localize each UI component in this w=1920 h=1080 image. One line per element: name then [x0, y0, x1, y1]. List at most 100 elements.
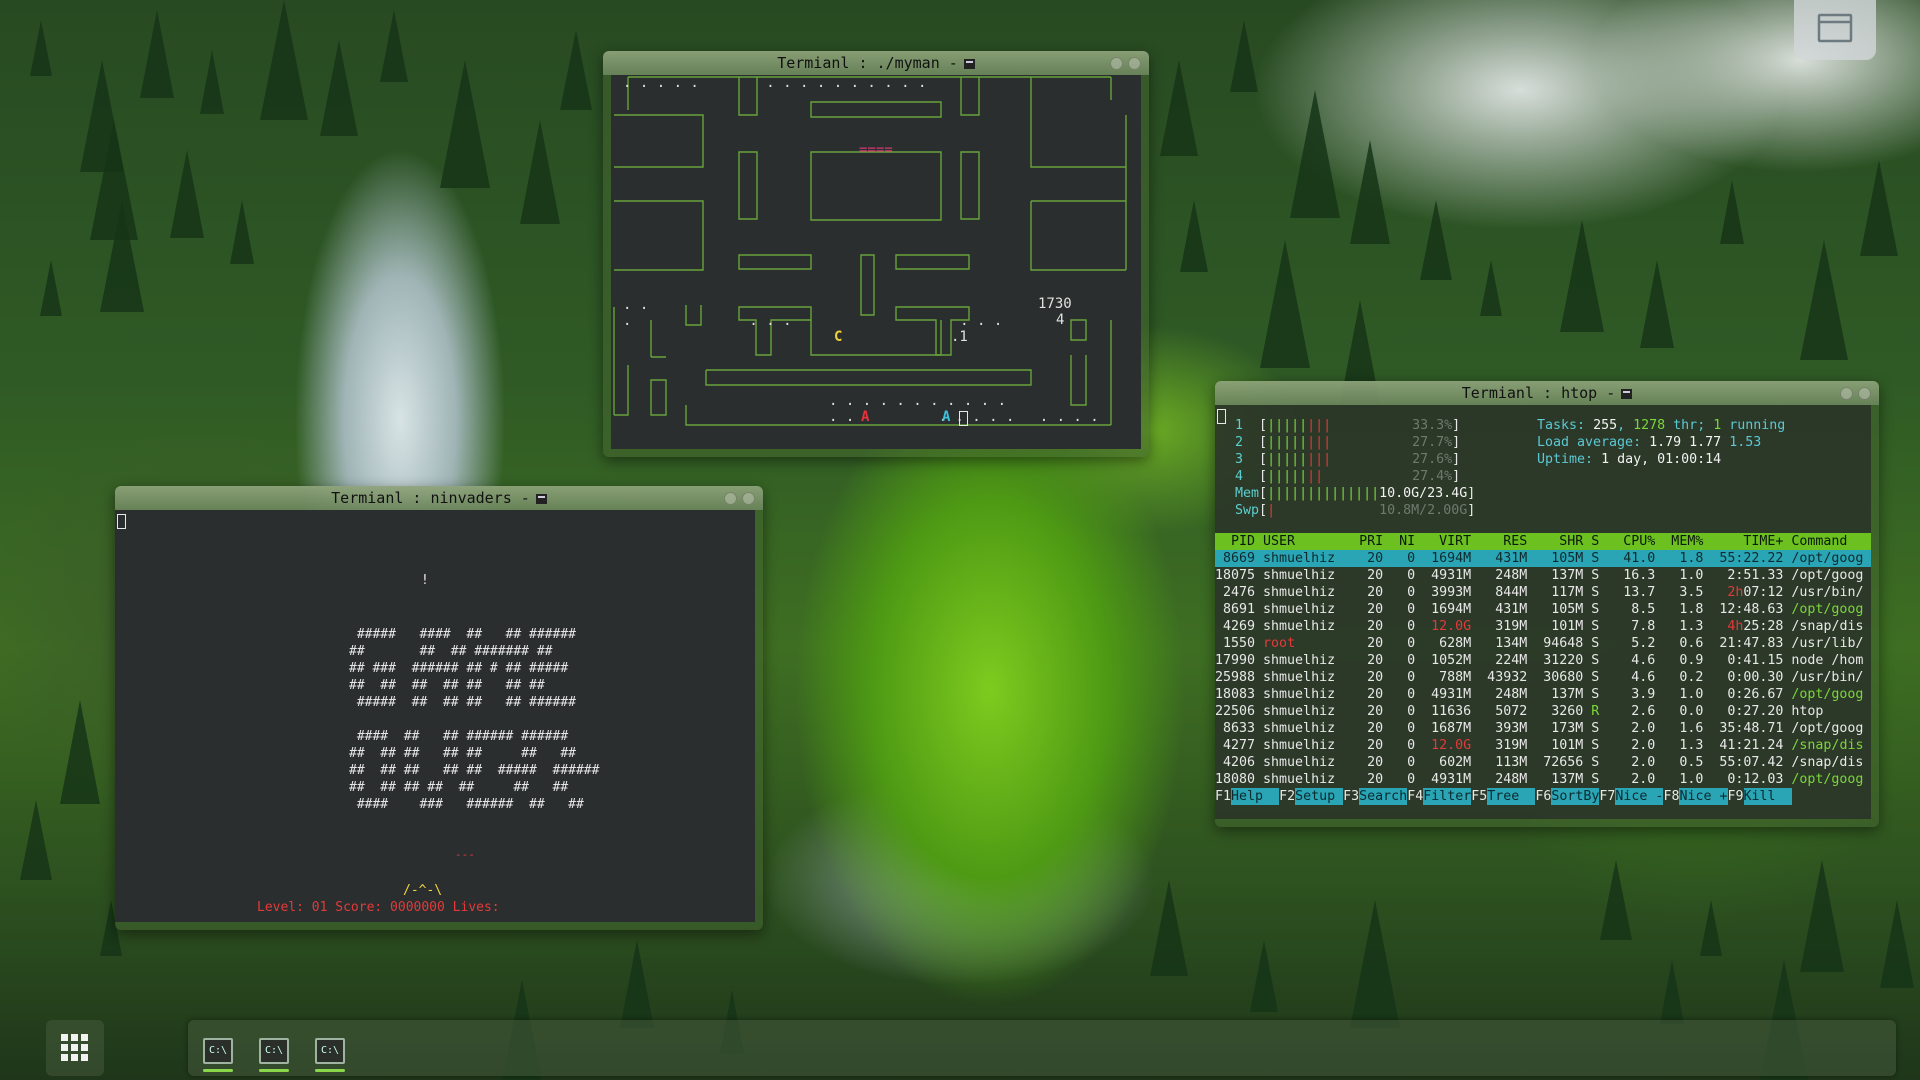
myman-game-screen: . . . . . . . . . . . . . . . . . . . . …: [611, 75, 1141, 449]
cpu-meter: 4 [||||||| 27.4%]: [1235, 469, 1461, 484]
minimize-button[interactable]: [724, 492, 737, 505]
dots-row: . .: [623, 297, 649, 313]
process-row[interactable]: 4269 shmuelhiz 20 0 12.0G 319M 101M S 7.…: [1215, 618, 1871, 635]
dots-row: . . . . . . .: [623, 313, 1003, 329]
uptime: Uptime: 1 day, 01:00:14: [1537, 452, 1722, 467]
fkey-label[interactable]: Search: [1359, 788, 1408, 805]
fkey-label[interactable]: Nice +: [1679, 788, 1728, 805]
process-row[interactable]: 1550 root 20 0 628M 134M 94648 S 5.2 0.6…: [1215, 635, 1871, 652]
fkey-f5[interactable]: F5: [1471, 789, 1487, 804]
close-button[interactable]: [1858, 387, 1871, 400]
function-key-bar: F1Help F2Setup F3SearchF4FilterF5Tree F6…: [1215, 788, 1871, 805]
window-titlebar[interactable]: Termianl : ./myman -: [603, 51, 1149, 75]
taskbar-app-terminal-myman[interactable]: C:\: [195, 1030, 241, 1072]
fkey-label[interactable]: Nice -: [1615, 788, 1664, 805]
tree-shape: [1250, 940, 1278, 1012]
process-table-header[interactable]: PID USER PRI NI VIRT RES SHR S CPU% MEM%…: [1215, 533, 1871, 550]
ufo: ---: [455, 848, 475, 861]
window-titlebar[interactable]: Termianl : htop -: [1215, 381, 1879, 405]
process-row[interactable]: 18083 shmuelhiz 20 0 4931M 248M 137M S 3…: [1215, 686, 1871, 703]
tree-shape: [1800, 860, 1844, 972]
close-button[interactable]: [1128, 57, 1141, 70]
fkey-label[interactable]: Setup: [1295, 788, 1344, 805]
tree-shape: [90, 120, 138, 240]
terminal-icon: C:\: [315, 1038, 345, 1064]
minimize-button[interactable]: [1840, 387, 1853, 400]
tree-shape: [1560, 220, 1604, 332]
tree-shape: [320, 40, 358, 136]
logo-line: ## ### ###### ## # ## #####: [349, 661, 569, 676]
tree-shape: [1860, 160, 1898, 256]
myman-terminal-window[interactable]: Termianl : ./myman - . . . . . . . . . .…: [603, 51, 1149, 457]
terminal-icon: C:\: [259, 1038, 289, 1064]
taskbar-app-terminal-htop[interactable]: C:\: [307, 1030, 353, 1072]
terminal-icon: [963, 59, 975, 69]
terminal-icon: [1621, 389, 1633, 399]
tree-shape: [20, 800, 52, 880]
fkey-f9[interactable]: F9: [1728, 789, 1744, 804]
player-ship: /-^-\: [403, 883, 443, 898]
terminal-icon: [535, 494, 547, 504]
fkey-label[interactable]: Tree: [1487, 788, 1536, 805]
tree-shape: [560, 30, 592, 110]
taskbar-app-terminal-ninvaders[interactable]: C:\: [251, 1030, 297, 1072]
fkey-f2[interactable]: F2: [1279, 789, 1295, 804]
tree-shape: [1700, 900, 1722, 956]
app-launcher-button[interactable]: [46, 1020, 104, 1076]
tree-shape: [260, 0, 308, 120]
process-row[interactable]: 8691 shmuelhiz 20 0 1694M 431M 105M S 8.…: [1215, 601, 1871, 618]
fkey-f1[interactable]: F1: [1215, 789, 1231, 804]
minimize-button[interactable]: [1110, 57, 1123, 70]
fkey-f6[interactable]: F6: [1535, 789, 1551, 804]
close-button[interactable]: [742, 492, 755, 505]
process-row[interactable]: 4277 shmuelhiz 20 0 12.0G 319M 101M S 2.…: [1215, 737, 1871, 754]
fkey-label[interactable]: Kill: [1743, 788, 1792, 805]
window-titlebar[interactable]: Termianl : ninvaders -: [115, 486, 763, 510]
ghost-house-door: ====: [859, 142, 893, 158]
fkey-label[interactable]: Filter: [1423, 788, 1472, 805]
process-row[interactable]: 18075 shmuelhiz 20 0 4931M 248M 137M S 1…: [1215, 567, 1871, 584]
tree-shape: [30, 20, 52, 76]
process-row[interactable]: 17990 shmuelhiz 20 0 1052M 224M 31220 S …: [1215, 652, 1871, 669]
process-row[interactable]: 2476 shmuelhiz 20 0 3993M 844M 117M S 13…: [1215, 584, 1871, 601]
show-desktop-button[interactable]: [1794, 0, 1876, 60]
lives: 4: [1056, 312, 1065, 328]
tree-shape: [1600, 860, 1632, 940]
htop-terminal-window[interactable]: Termianl : htop - 1 [|||||||| 33.3%] 2 […: [1215, 381, 1879, 827]
fkey-f4[interactable]: F4: [1407, 789, 1423, 804]
tree-shape: [140, 10, 174, 98]
fkey-label[interactable]: Help: [1231, 788, 1280, 805]
pacman: C: [834, 329, 843, 345]
ninvaders-terminal-window[interactable]: Termianl : ninvaders - ! ##### #### ## #…: [115, 486, 763, 930]
process-row[interactable]: 25988 shmuelhiz 20 0 788M 43932 30680 S …: [1215, 669, 1871, 686]
logo-line: #### ## ## ###### ######: [349, 729, 569, 744]
active-indicator: [315, 1069, 345, 1072]
fkey-f7[interactable]: F7: [1599, 789, 1615, 804]
fkey-f8[interactable]: F8: [1663, 789, 1679, 804]
ghost-red: A: [861, 409, 870, 425]
logo-line: ## ## ## ####### ##: [349, 644, 553, 659]
process-row[interactable]: 8633 shmuelhiz 20 0 1687M 393M 173M S 2.…: [1215, 720, 1871, 737]
window-title: Termianl : htop -: [1461, 384, 1616, 402]
score: 1730: [1038, 296, 1072, 312]
status-line: Level: 01 Score: 0000000 Lives:: [257, 900, 500, 915]
tree-shape: [60, 700, 100, 804]
fkey-label[interactable]: SortBy: [1551, 788, 1600, 805]
tree-shape: [1880, 900, 1914, 988]
logo-line: ##### ## ## ## ## ######: [349, 695, 576, 710]
logo-line: #### ### ###### ## ##: [349, 797, 584, 812]
logo-line: ## ## ## ## ## ## ##: [349, 746, 576, 761]
logo-line: ## ## ## ## ## ##### ######: [349, 763, 600, 778]
load-average: Load average: 1.79 1.77 1.53: [1537, 435, 1762, 450]
active-indicator: [203, 1069, 233, 1072]
fkey-f3[interactable]: F3: [1343, 789, 1359, 804]
ghost-cyan: A: [942, 409, 951, 425]
process-row[interactable]: 22506 shmuelhiz 20 0 11636 5072 3260 R 2…: [1215, 703, 1871, 720]
tree-shape: [1640, 260, 1674, 348]
process-row[interactable]: 8669 shmuelhiz 20 0 1694M 431M 105M S 41…: [1215, 550, 1871, 567]
logo-line: ## ## ## ## ## ## ##: [349, 678, 545, 693]
process-row[interactable]: 4206 shmuelhiz 20 0 602M 113M 72656 S 2.…: [1215, 754, 1871, 771]
process-row[interactable]: 18080 shmuelhiz 20 0 4931M 248M 137M S 2…: [1215, 771, 1871, 788]
dots-row: . . . . . . . . . . . . . . .: [623, 75, 927, 91]
window-icon: [1817, 13, 1853, 43]
